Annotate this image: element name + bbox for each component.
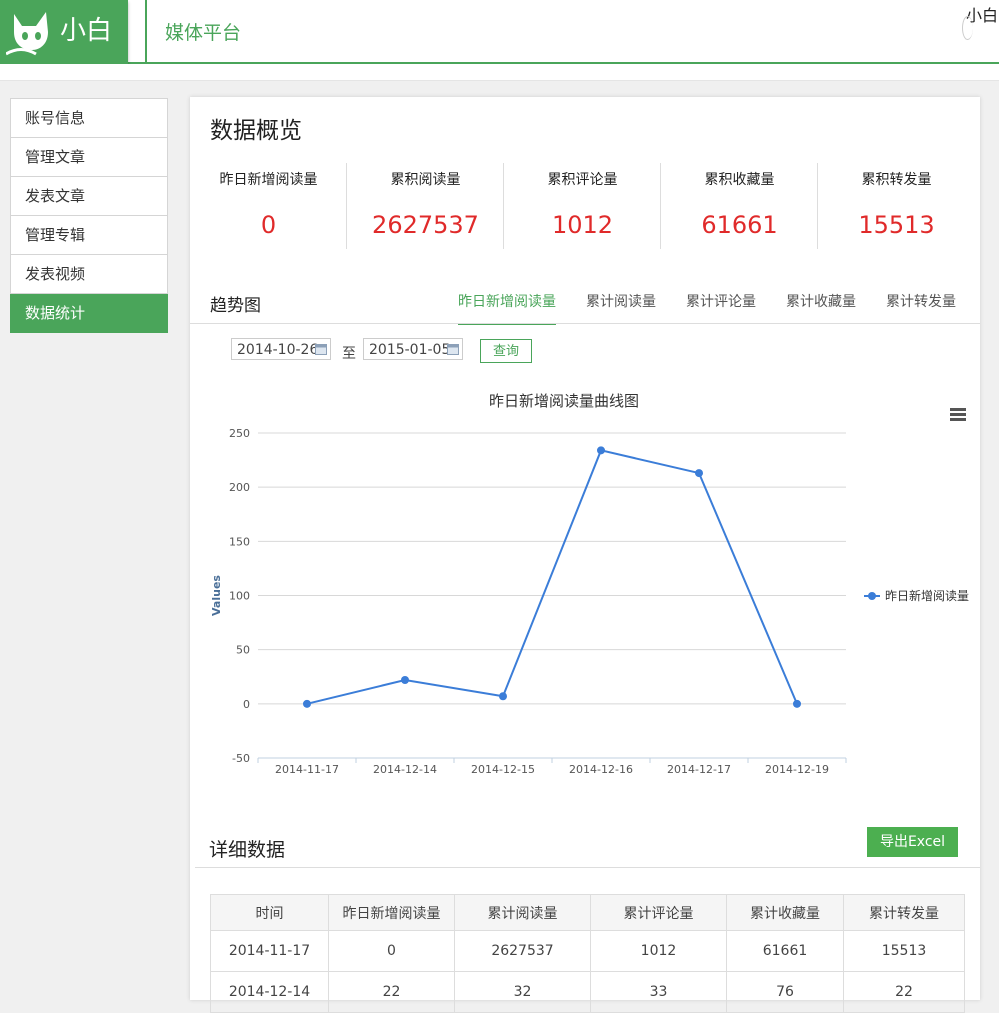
table-cell: 22 [328, 971, 455, 1013]
table-cell: 1012 [590, 930, 727, 972]
table-cell: 2014-12-14 [210, 971, 329, 1013]
x-tick-label: 2014-12-15 [471, 763, 535, 776]
detail-title: 详细数据 [209, 839, 286, 861]
y-tick-label: 50 [236, 644, 250, 657]
start-date-input[interactable]: 2014-10-26 [231, 338, 331, 360]
table-row: 2014-11-17 0 2627537 1012 61661 15513 [210, 930, 965, 972]
page-title: 数据概览 [210, 118, 302, 144]
data-point [793, 699, 801, 708]
table-cell: 22 [843, 971, 965, 1013]
avatar[interactable] [962, 16, 973, 40]
sidebar-item-publish-article[interactable]: 发表文章 [10, 177, 168, 216]
stat-value: 61661 [701, 211, 778, 239]
y-tick-label: 100 [229, 590, 250, 603]
logo[interactable]: 小白 [0, 0, 128, 66]
calendar-icon[interactable] [447, 343, 459, 355]
table-cell: 32 [454, 971, 591, 1013]
main-panel: 数据概览 昨日新增阅读量 0 累积阅读量 2627537 累积评论量 1012 … [190, 97, 980, 1013]
x-tick-label: 2014-12-14 [373, 763, 437, 776]
stat-label: 昨日新增阅读量 [219, 172, 318, 188]
header-divider [145, 0, 147, 62]
stat-total-comments: 累积评论量 1012 [504, 163, 661, 251]
calendar-icon[interactable] [315, 343, 327, 355]
tab-total-reads[interactable]: 累计阅读量 [586, 291, 656, 323]
chart-menu-icon[interactable] [950, 408, 966, 422]
platform-title: 媒体平台 [165, 22, 242, 44]
stat-value: 0 [260, 211, 277, 239]
table-cell: 0 [328, 930, 455, 972]
sidebar: 账号信息 管理文章 发表文章 管理专辑 发表视频 数据统计 [10, 98, 168, 333]
query-button[interactable]: 查询 [480, 339, 532, 363]
stat-yesterday-reads: 昨日新增阅读量 0 [190, 163, 347, 251]
sidebar-item-manage-articles[interactable]: 管理文章 [10, 138, 168, 177]
column-header: 累计收藏量 [726, 894, 844, 931]
logo-text: 小白 [60, 16, 113, 46]
table-row: 2014-12-14 22 32 33 76 22 [210, 971, 965, 1013]
column-header: 累计转发量 [843, 894, 965, 931]
stat-value: 1012 [551, 211, 614, 239]
data-point [303, 699, 311, 708]
stat-label: 累积收藏量 [704, 172, 775, 188]
end-date-input[interactable]: 2015-01-05 [363, 338, 463, 360]
x-tick-label: 2014-12-19 [765, 763, 829, 776]
x-tick-label: 2014-12-16 [569, 763, 633, 776]
trend-chart: 昨日新增阅读量曲线图 250 200 150 100 50 0 -50 Values 2014-1… [210, 392, 969, 776]
column-header: 累计阅读量 [454, 894, 591, 931]
sidebar-item-publish-video[interactable]: 发表视频 [10, 255, 168, 294]
sidebar-item-account[interactable]: 账号信息 [10, 98, 168, 138]
sidebar-item-statistics[interactable]: 数据统计 [10, 294, 168, 333]
tabs-divider [190, 323, 980, 324]
y-tick-label: -50 [232, 752, 250, 765]
stat-total-favorites: 累积收藏量 61661 [661, 163, 818, 251]
legend-label: 昨日新增阅读量 [885, 588, 969, 603]
stat-value: 15513 [858, 211, 935, 239]
column-header: 时间 [210, 894, 329, 931]
stat-value: 2627537 [372, 211, 479, 239]
tab-yesterday-reads[interactable]: 昨日新增阅读量 [458, 291, 556, 325]
tab-total-favorites[interactable]: 累计收藏量 [786, 291, 856, 323]
y-tick-label: 150 [229, 535, 250, 548]
data-point [401, 676, 409, 684]
y-tick-label: 200 [229, 481, 250, 494]
table-cell: 2014-11-17 [210, 930, 329, 972]
tab-total-shares[interactable]: 累计转发量 [886, 291, 956, 323]
data-point [499, 692, 507, 701]
tab-total-comments[interactable]: 累计评论量 [686, 291, 756, 323]
stat-total-reads: 累积阅读量 2627537 [347, 163, 504, 251]
sidebar-item-manage-albums[interactable]: 管理专辑 [10, 216, 168, 255]
stat-label: 累积阅读量 [390, 172, 461, 188]
detail-table: 时间 昨日新增阅读量 累计阅读量 累计评论量 累计收藏量 累计转发量 2014-… [210, 894, 965, 1013]
stat-label: 累积转发量 [861, 172, 932, 188]
cat-logo-icon [6, 12, 48, 56]
trend-title: 趋势图 [210, 296, 261, 316]
column-header: 累计评论量 [590, 894, 727, 931]
table-cell: 61661 [726, 930, 844, 972]
x-tick-label: 2014-11-17 [275, 763, 339, 776]
table-cell: 33 [590, 971, 727, 1013]
y-axis-label: Values [210, 575, 223, 616]
date-range-separator: 至 [342, 346, 356, 362]
table-cell: 15513 [843, 930, 965, 972]
table-cell: 2627537 [454, 930, 591, 972]
data-point [695, 469, 703, 478]
top-header: 小白 媒体平台 小白 [0, 0, 999, 66]
column-header: 昨日新增阅读量 [328, 894, 455, 931]
stats-row: 昨日新增阅读量 0 累积阅读量 2627537 累积评论量 1012 累积收藏量… [190, 163, 980, 251]
sub-bar [0, 64, 999, 81]
y-tick-label: 0 [243, 698, 250, 711]
legend-marker [868, 592, 876, 600]
table-cell: 76 [726, 971, 844, 1013]
table-header-row: 时间 昨日新增阅读量 累计阅读量 累计评论量 累计收藏量 累计转发量 [210, 894, 965, 931]
stat-label: 累积评论量 [547, 172, 618, 188]
y-tick-label: 250 [229, 427, 250, 440]
data-point [597, 446, 605, 455]
detail-divider [195, 867, 980, 868]
start-date-value: 2014-10-26 [237, 342, 319, 358]
stat-total-shares: 累积转发量 15513 [818, 163, 975, 251]
series-line [306, 449, 798, 705]
x-tick-label: 2014-12-17 [667, 763, 731, 776]
chart-title: 昨日新增阅读量曲线图 [489, 392, 639, 410]
end-date-value: 2015-01-05 [369, 342, 451, 358]
export-excel-button[interactable]: 导出Excel [867, 827, 958, 857]
